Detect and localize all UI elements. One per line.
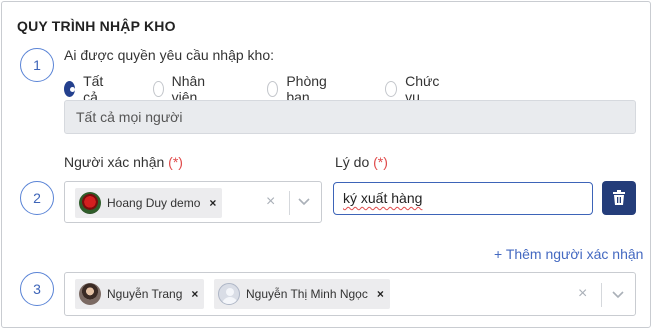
panel-title: QUY TRÌNH NHẬP KHO (17, 18, 176, 34)
clear-selection-icon[interactable]: × (266, 193, 275, 211)
reason-input[interactable]: ký xuất hàng (333, 182, 593, 215)
chip-name: Hoang Duy demo (107, 196, 201, 210)
radio-employee-indicator[interactable] (153, 81, 164, 97)
required-mark: (*) (373, 154, 388, 170)
confirmer-label-text: Người xác nhận (64, 154, 165, 170)
step-1-badge: 1 (20, 48, 54, 82)
warehouse-receipt-workflow-panel: QUY TRÌNH NHẬP KHO 1 Ai được quyền yêu c… (1, 1, 651, 328)
delete-row-button[interactable] (602, 181, 636, 215)
scope-readonly-field: Tất cả mọi người (64, 100, 636, 134)
reason-label: Lý do (*) (335, 154, 388, 170)
radio-all-indicator[interactable] (64, 81, 76, 97)
confirmer-multiselect[interactable]: Hoang Duy demo × × (64, 181, 322, 223)
confirmer-chip: Nguyễn Thị Minh Ngọc × (214, 279, 390, 309)
radio-position-indicator[interactable] (385, 81, 398, 97)
confirmer-chip: Nguyễn Trang × (75, 279, 205, 309)
chevron-down-icon[interactable] (611, 290, 625, 300)
step-2-badge: 2 (20, 181, 54, 215)
step-3-badge: 3 (20, 272, 54, 306)
default-avatar-icon (218, 283, 240, 305)
required-mark: (*) (168, 154, 183, 170)
reason-label-text: Lý do (335, 154, 370, 170)
trash-icon (613, 190, 625, 205)
remove-chip-icon[interactable]: × (191, 287, 198, 301)
user-avatar (79, 283, 101, 305)
chip-name: Nguyễn Thị Minh Ngọc (246, 287, 368, 301)
remove-chip-icon[interactable]: × (377, 287, 384, 301)
requester-question: Ai được quyền yêu cầu nhập kho: (64, 47, 275, 63)
add-confirmer-link[interactable]: + Thêm người xác nhận (494, 246, 643, 262)
confirmer-chip: Hoang Duy demo × (75, 188, 223, 218)
clear-selection-icon[interactable]: × (578, 285, 587, 303)
confirmer-label: Người xác nhận (*) (64, 154, 183, 170)
reason-input-value: ký xuất hàng (343, 190, 423, 206)
remove-chip-icon[interactable]: × (209, 196, 216, 210)
user-avatar (79, 192, 101, 214)
divider (289, 191, 290, 215)
chip-name: Nguyễn Trang (107, 287, 183, 301)
radio-department-indicator[interactable] (267, 81, 279, 97)
confirmer-multiselect-step3[interactable]: Nguyễn Trang × Nguyễn Thị Minh Ngọc × × (64, 272, 636, 316)
chevron-down-icon[interactable] (297, 197, 311, 207)
divider (601, 283, 602, 307)
